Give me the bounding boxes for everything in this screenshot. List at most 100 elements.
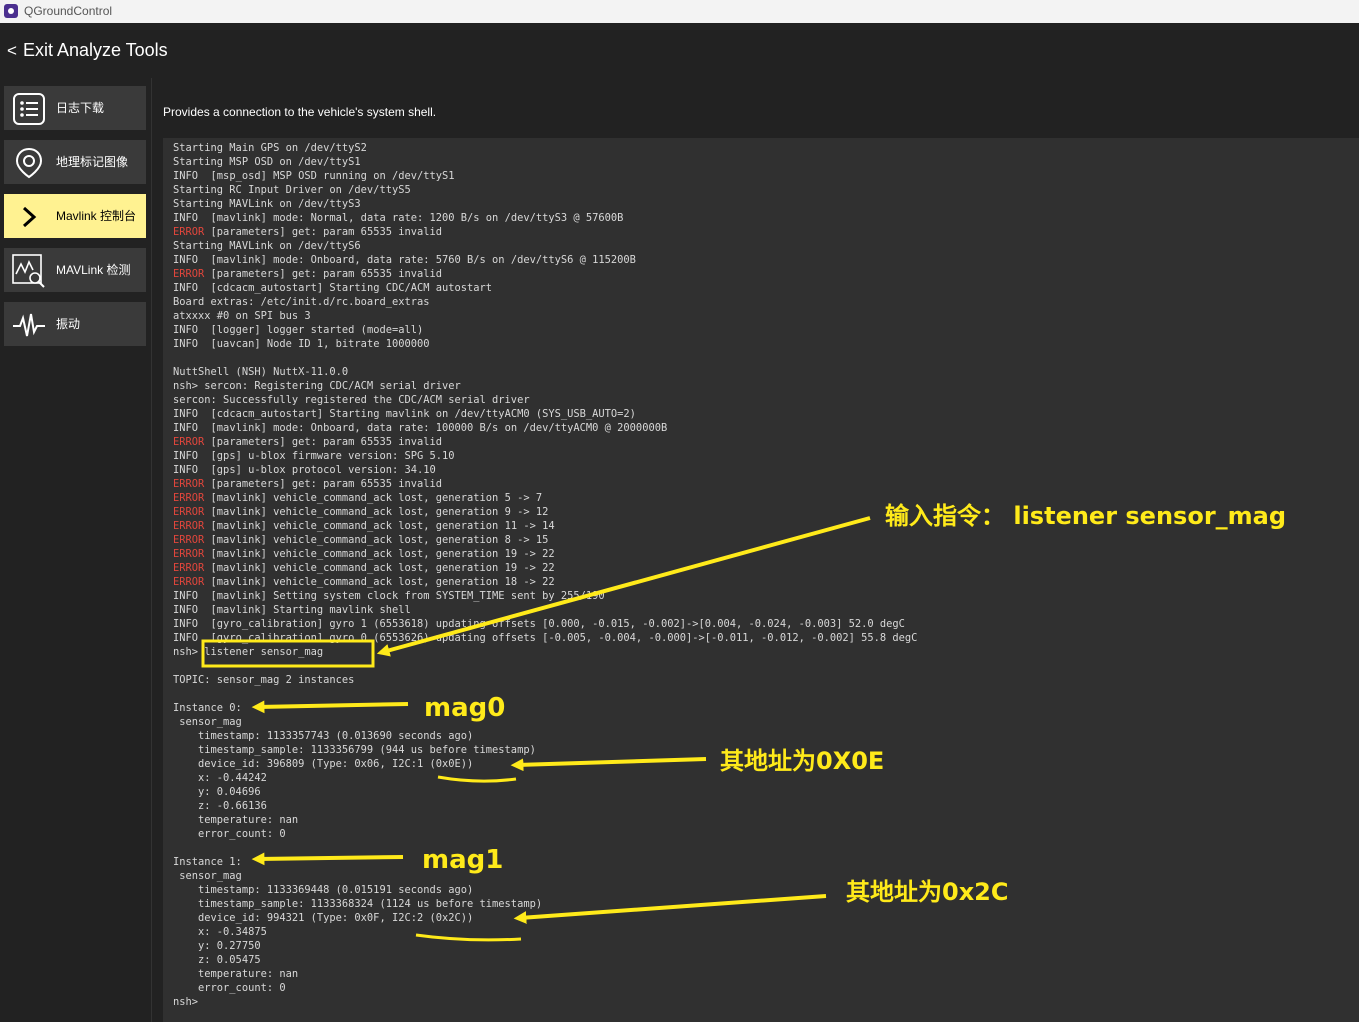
app-logo-icon [4, 4, 18, 18]
chart-search-icon [12, 254, 45, 288]
console-line: TOPIC: sensor_mag 2 instances [173, 673, 917, 687]
log-text: [mavlink] vehicle_command_ack lost, gene… [210, 520, 555, 532]
log-text: [parameters] get: param 65535 invalid [210, 226, 443, 238]
log-text: Board extras: /etc/init.d/rc.board_extra… [173, 296, 430, 308]
console-line: Starting MAVLink on /dev/ttyS3 [173, 197, 917, 211]
console-line: Starting MSP OSD on /dev/ttyS1 [173, 155, 917, 169]
log-text: z: -0.66136 [173, 800, 267, 812]
console-line: ERROR [mavlink] vehicle_command_ack lost… [173, 505, 917, 519]
log-text: device_id: 396809 (Type: 0x06, I2C:1 (0x… [173, 758, 474, 770]
back-label: Exit Analyze Tools [22, 40, 168, 60]
console-line: INFO [mavlink] mode: Normal, data rate: … [173, 211, 917, 225]
console-line: Board extras: /etc/init.d/rc.board_extra… [173, 295, 917, 309]
log-level: ERROR [173, 520, 211, 532]
console-line: Instance 1: [173, 855, 917, 869]
waveform-icon [13, 313, 45, 337]
sidebar-item-vibration[interactable]: 振动 [4, 302, 146, 346]
back-chevron-icon: < [7, 41, 17, 60]
sidebar-item-geotag-images[interactable]: 地理标记图像 [4, 140, 146, 184]
log-text: TOPIC: sensor_mag 2 instances [173, 674, 355, 686]
log-text: atxxxx #0 on SPI bus 3 [173, 310, 311, 322]
log-level: INFO [173, 254, 211, 266]
console-line: INFO [msp_osd] MSP OSD running on /dev/t… [173, 169, 917, 183]
console-line: error_count: 0 [173, 827, 917, 841]
title-bar: QGroundControl [0, 0, 1359, 24]
log-text: sensor_mag [173, 870, 242, 882]
page-description: Provides a connection to the vehicle's s… [163, 105, 437, 119]
log-text: [logger] logger started (mode=all) [210, 324, 424, 336]
log-text: x: -0.34875 [173, 926, 267, 938]
log-level: INFO [173, 338, 211, 350]
log-text: Instance 0: [173, 702, 242, 714]
log-text: [gps] u-blox protocol version: 34.10 [210, 464, 436, 476]
log-level: INFO [173, 282, 211, 294]
console-line: ERROR [mavlink] vehicle_command_ack lost… [173, 533, 917, 547]
console-line: ERROR [parameters] get: param 65535 inva… [173, 267, 917, 281]
log-level: ERROR [173, 534, 211, 546]
console-output[interactable]: Starting Main GPS on /dev/ttyS2 Starting … [163, 138, 1359, 1022]
console-line: ERROR [mavlink] vehicle_command_ack lost… [173, 547, 917, 561]
sidebar-item-mavlink-inspector[interactable]: MAVLink 检测 [4, 248, 146, 292]
log-text: Starting RC Input Driver on /dev/ttyS5 [173, 184, 411, 196]
log-text: x: -0.44242 [173, 772, 267, 784]
sidebar-item-log-download[interactable]: 日志下载 [4, 86, 146, 130]
log-text: nsh> listener sensor_mag [173, 646, 324, 658]
log-text: sensor_mag [173, 716, 242, 728]
console-line: x: -0.34875 [173, 925, 917, 939]
log-level: INFO [173, 170, 211, 182]
log-level: INFO [173, 212, 211, 224]
exit-analyze-tools-button[interactable]: < Exit Analyze Tools [7, 39, 168, 62]
console-line: ERROR [mavlink] vehicle_command_ack lost… [173, 575, 917, 589]
console-line: z: 0.05475 [173, 953, 917, 967]
toolbar: < Exit Analyze Tools [0, 23, 1359, 78]
console-line: sensor_mag [173, 715, 917, 729]
list-icon [13, 93, 45, 125]
log-text: z: 0.05475 [173, 954, 261, 966]
console-line: ERROR [mavlink] vehicle_command_ack lost… [173, 561, 917, 575]
sidebar-item-label: Mavlink 控制台 [56, 209, 137, 223]
console-line: nsh> listener sensor_mag [173, 645, 917, 659]
log-text: [mavlink] vehicle_command_ack lost, gene… [210, 562, 555, 574]
log-text: Instance 1: [173, 856, 242, 868]
console-lines: Starting Main GPS on /dev/ttyS2 Starting … [173, 141, 917, 1009]
log-text: [parameters] get: param 65535 invalid [210, 268, 443, 280]
console-line: Instance 0: [173, 701, 917, 715]
log-text: error_count: 0 [173, 828, 286, 840]
log-text: [cdcacm_autostart] Starting mavlink on /… [210, 408, 636, 420]
log-level: ERROR [173, 548, 211, 560]
console-line: NuttShell (NSH) NuttX-11.0.0 [173, 365, 917, 379]
log-level: ERROR [173, 268, 211, 280]
log-text: y: 0.04696 [173, 786, 261, 798]
console-line: sensor_mag [173, 869, 917, 883]
log-text: nsh> [173, 996, 199, 1008]
log-text: device_id: 994321 (Type: 0x0F, I2C:2 (0x… [173, 912, 474, 924]
console-line: device_id: 994321 (Type: 0x0F, I2C:2 (0x… [173, 911, 917, 925]
log-text: [cdcacm_autostart] Starting CDC/ACM auto… [210, 282, 493, 294]
log-text: Starting MAVLink on /dev/ttyS3 [173, 198, 361, 210]
log-text: [parameters] get: param 65535 invalid [210, 436, 443, 448]
log-text: [msp_osd] MSP OSD running on /dev/ttyS1 [210, 170, 455, 182]
log-text: Starting MAVLink on /dev/ttyS6 [173, 240, 361, 252]
sidebar-item-label: 地理标记图像 [56, 155, 129, 169]
console-line: INFO [mavlink] mode: Onboard, data rate:… [173, 253, 917, 267]
console-line: Starting MAVLink on /dev/ttyS6 [173, 239, 917, 253]
log-level: INFO [173, 408, 211, 420]
console-line: z: -0.66136 [173, 799, 917, 813]
log-text: timestamp: 1133357743 (0.013690 seconds … [173, 730, 474, 742]
console-line: INFO [gps] u-blox protocol version: 34.1… [173, 463, 917, 477]
console-line: timestamp: 1133369448 (0.015191 seconds … [173, 883, 917, 897]
sidebar-item-mavlink-console[interactable]: Mavlink 控制台 [4, 194, 146, 238]
console-line: INFO [gyro_calibration] gyro 0 (6553626)… [173, 631, 917, 645]
log-level: INFO [173, 464, 211, 476]
log-text: [mavlink] Starting mavlink shell [210, 604, 411, 616]
log-text: [uavcan] Node ID 1, bitrate 1000000 [210, 338, 430, 350]
log-text: [mavlink] vehicle_command_ack lost, gene… [210, 548, 555, 560]
log-text: [mavlink] vehicle_command_ack lost, gene… [210, 492, 543, 504]
sidebar-item-label: 日志下载 [56, 101, 105, 115]
log-text: [gyro_calibration] gyro 1 (6553618) upda… [210, 618, 905, 630]
log-text: sercon: Successfully registered the CDC/… [173, 394, 530, 406]
